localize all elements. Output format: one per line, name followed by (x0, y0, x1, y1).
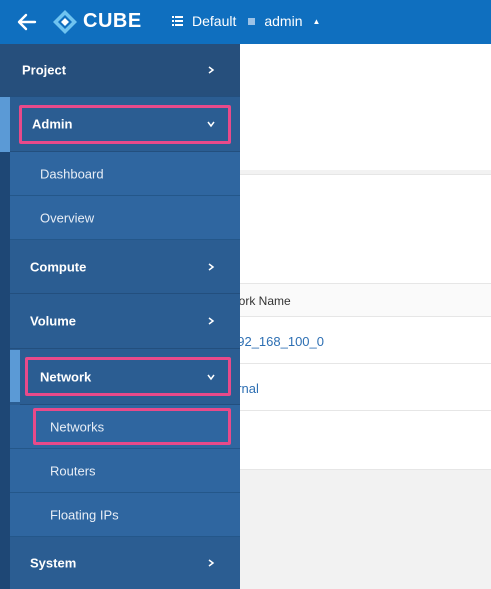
project-name[interactable]: Default (192, 13, 236, 29)
sidebar-item-label: System (30, 555, 77, 571)
context-switcher[interactable]: Default admin ▲ (172, 13, 320, 29)
networks-table-card: work Name 192_168_100_0 ernal (230, 174, 491, 470)
active-indicator (10, 350, 20, 402)
chevron-right-icon (208, 262, 215, 271)
sidebar-item-compute[interactable]: Compute (10, 240, 240, 294)
cube-logo-icon (53, 10, 77, 34)
highlight-networks (33, 408, 231, 445)
sidebar-subitem-dashboard[interactable]: Dashboard (10, 152, 240, 196)
sidebar-subitem-label: Overview (40, 210, 95, 225)
sidebar-subitem-label: Floating IPs (50, 507, 119, 522)
top-bar: CUBE Default admin ▲ (0, 0, 491, 44)
back-arrow-icon[interactable] (16, 11, 38, 33)
user-name[interactable]: admin (264, 13, 302, 29)
sidebar-item-system[interactable]: System (10, 537, 240, 589)
sidebar-item-label: Project (22, 62, 67, 78)
highlight-network (25, 357, 231, 396)
chevron-right-icon (208, 317, 215, 325)
sidebar-rail (0, 152, 10, 589)
sidebar-subitem-floating-ips[interactable]: Floating IPs (10, 493, 240, 537)
caret-up-icon[interactable]: ▲ (313, 17, 321, 26)
chevron-right-icon (208, 559, 215, 567)
active-indicator (0, 97, 10, 152)
list-icon (172, 16, 183, 26)
sidebar-menu: Project Admin Dashboard Overview Compute… (0, 44, 240, 589)
column-header-network-name[interactable]: work Name (230, 283, 491, 317)
chevron-right-icon (208, 66, 215, 74)
brand-name: CUBE (83, 10, 142, 32)
sidebar-item-volume[interactable]: Volume (10, 294, 240, 349)
sidebar-subitem-overview[interactable]: Overview (10, 196, 240, 240)
sidebar-subitem-label: Dashboard (40, 166, 104, 181)
separator-square-icon (248, 17, 256, 25)
network-link[interactable]: 192_168_100_0 (230, 334, 324, 349)
sidebar-item-project[interactable]: Project (0, 44, 240, 97)
sidebar-subitem-label: Routers (50, 463, 96, 478)
sidebar-item-label: Compute (30, 259, 87, 274)
highlight-admin (19, 105, 231, 144)
table-row: ernal (230, 364, 491, 411)
sidebar-item-label: Volume (30, 313, 76, 329)
table-row: 192_168_100_0 (230, 317, 491, 364)
sidebar-subitem-routers[interactable]: Routers (10, 449, 240, 493)
